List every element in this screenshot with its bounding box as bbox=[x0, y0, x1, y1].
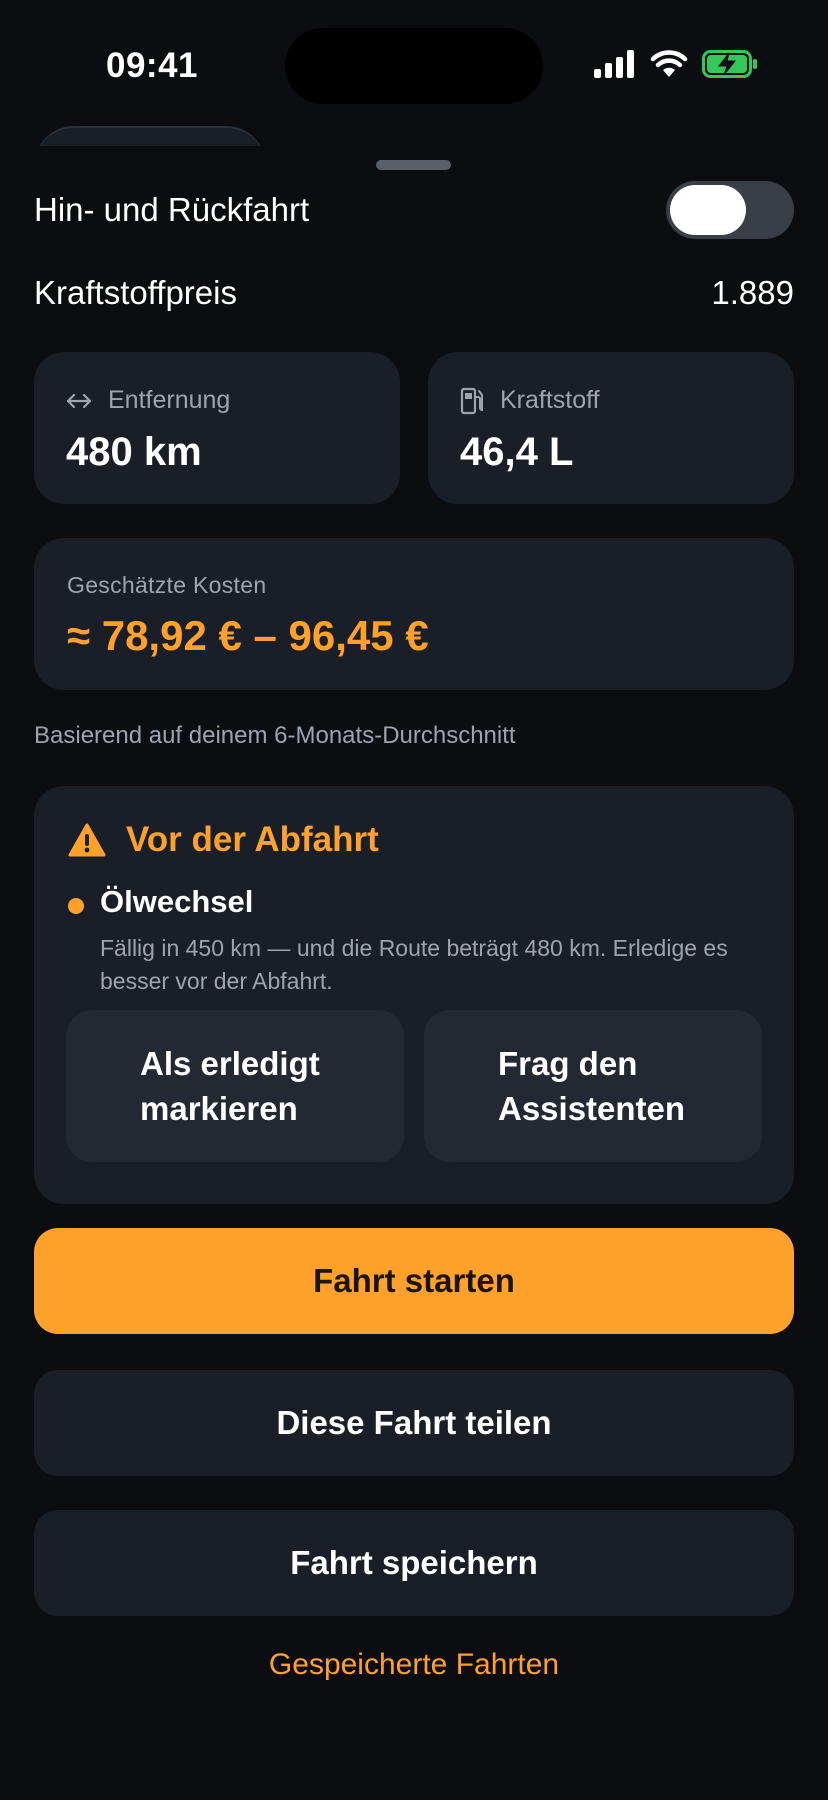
fuel-card: Kraftstoff 46,4 L bbox=[428, 352, 794, 504]
battery-charging-icon bbox=[702, 50, 757, 78]
cost-note: Basierend auf deinem 6-Monats-Durchschni… bbox=[34, 722, 516, 749]
mark-done-button[interactable]: Als erledigt markieren bbox=[66, 1010, 404, 1162]
warning-header: Vor der Abfahrt bbox=[68, 820, 379, 860]
sheet-drag-handle[interactable] bbox=[376, 160, 451, 170]
share-trip-button[interactable]: Diese Fahrt teilen bbox=[34, 1370, 794, 1476]
toggle-knob bbox=[670, 185, 746, 235]
maintenance-item-desc: Fällig in 450 km — und die Route beträgt… bbox=[100, 935, 728, 994]
cost-label: Geschätzte Kosten bbox=[67, 572, 267, 598]
distance-label-wrap: Entfernung bbox=[66, 386, 230, 415]
fuel-price-label: Kraftstoffpreis bbox=[34, 274, 237, 311]
cellular-signal-icon bbox=[594, 50, 634, 78]
mark-done-label: Als erledigt markieren bbox=[140, 1045, 320, 1127]
estimated-cost-card: Geschätzte Kosten ≈ 78,92 € – 96,45 € bbox=[34, 538, 794, 690]
status-bar: 09:41 bbox=[0, 0, 828, 130]
warning-title: Vor der Abfahrt bbox=[126, 820, 379, 859]
fuel-price-row: Kraftstoffpreis 1.889 bbox=[34, 270, 794, 316]
round-trip-toggle[interactable] bbox=[666, 181, 794, 239]
fuel-label: Kraftstoff bbox=[500, 386, 600, 414]
dynamic-island bbox=[285, 28, 543, 104]
distance-card: Entfernung 480 km bbox=[34, 352, 400, 504]
distance-label: Entfernung bbox=[108, 386, 231, 414]
pre-departure-card: Vor der Abfahrt Ölwechsel Fällig in 450 … bbox=[34, 786, 794, 1204]
fuel-price-value[interactable]: 1.889 bbox=[711, 274, 794, 312]
trip-sheet: Hin- und Rückfahrt Kraftstoffpreis 1.889… bbox=[0, 146, 828, 1800]
maintenance-item-title: Ölwechsel bbox=[100, 884, 254, 919]
warning-triangle-icon bbox=[68, 823, 106, 857]
round-trip-label: Hin- und Rückfahrt bbox=[34, 191, 310, 228]
bullet-dot bbox=[68, 898, 84, 914]
arrows-horizontal-icon bbox=[66, 393, 92, 408]
fuel-value: 46,4 L bbox=[460, 430, 574, 474]
start-trip-button[interactable]: Fahrt starten bbox=[34, 1228, 794, 1334]
fuel-pump-icon bbox=[460, 387, 483, 414]
wifi-icon bbox=[650, 50, 688, 77]
distance-value: 480 km bbox=[66, 430, 202, 474]
round-trip-row: Hin- und Rückfahrt bbox=[34, 180, 794, 240]
status-icons bbox=[594, 50, 758, 78]
ask-assistant-button[interactable]: Frag den Assistenten bbox=[424, 1010, 762, 1162]
ask-assistant-label: Frag den Assistenten bbox=[498, 1045, 686, 1127]
saved-trips-link[interactable]: Gespeicherte Fahrten bbox=[0, 1648, 828, 1682]
save-trip-button[interactable]: Fahrt speichern bbox=[34, 1510, 794, 1616]
fuel-label-wrap: Kraftstoff bbox=[460, 386, 600, 415]
cost-value: ≈ 78,92 € – 96,45 € bbox=[67, 612, 429, 659]
status-time: 09:41 bbox=[106, 46, 199, 85]
